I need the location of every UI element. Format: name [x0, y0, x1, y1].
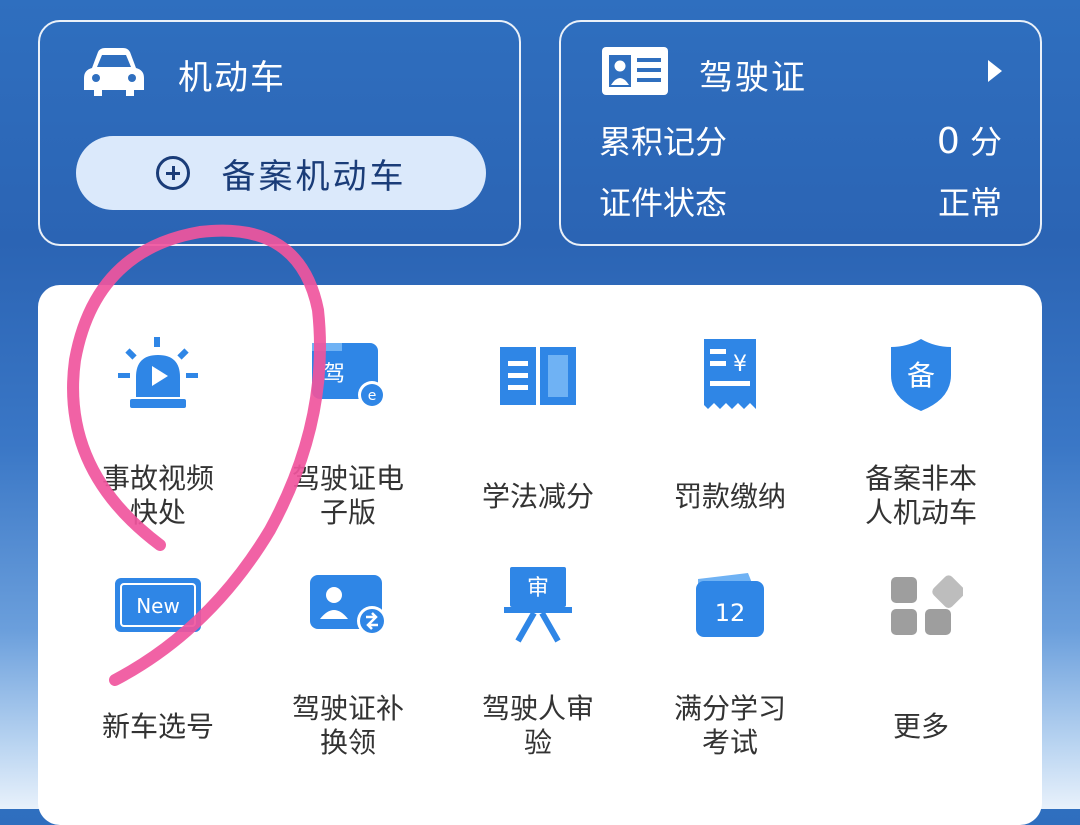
service-label: 备案非本 人机动车: [864, 462, 977, 529]
book-icon: [500, 347, 576, 405]
service-label: 驾驶人审验: [481, 692, 594, 759]
status-row: 证件状态 正常: [599, 178, 1002, 224]
more-grid-icon: [891, 575, 963, 635]
new-plate-icon: New: [115, 578, 201, 632]
license-card[interactable]: 驾驶证 累积记分 0 分 证件状态 正常: [559, 20, 1042, 246]
chevron-right-icon[interactable]: [988, 60, 1002, 82]
plus-circle-icon: [155, 156, 190, 190]
service-accident-video[interactable]: 事故视频 快处: [58, 330, 258, 530]
service-new-plate[interactable]: New 新车选号: [58, 560, 258, 744]
services-panel: 事故视频 快处 e 驾 驾驶证电 子版 学法减分 ¥ 罚款缴纳 备 备案非本 人…: [38, 285, 1042, 825]
service-register-others-vehicle[interactable]: 备 备案非本 人机动车: [821, 330, 1021, 530]
service-driver-review[interactable]: 审 驾驶人审验: [438, 560, 638, 760]
review-board-icon: 审: [504, 567, 572, 643]
service-label: 新车选号: [101, 710, 214, 743]
svg-text:e: e: [368, 388, 377, 404]
status-value: 正常: [937, 184, 1002, 222]
id-card-icon: [602, 47, 668, 95]
service-e-license[interactable]: e 驾 驾驶证电 子版: [248, 330, 448, 530]
service-license-exchange[interactable]: 驾驶证补 换领: [248, 560, 448, 760]
shield-badge: 备: [907, 359, 935, 392]
receipt-yen-icon: ¥: [704, 339, 756, 409]
service-label: 驾驶证补 换领: [291, 692, 404, 759]
service-fine-payment[interactable]: ¥ 罚款缴纳: [630, 330, 830, 514]
calendar-badge: 12: [715, 599, 746, 627]
service-more[interactable]: 更多: [821, 560, 1021, 744]
e-license-icon: e 驾: [312, 343, 386, 409]
points-value: 0: [936, 121, 960, 162]
points-value-group: 0 分: [937, 117, 1002, 163]
points-row: 累积记分 0 分: [599, 117, 1002, 163]
receipt-badge: ¥: [733, 352, 747, 377]
alarm-video-icon: [118, 337, 198, 408]
calendar-icon: 12: [696, 573, 764, 637]
vehicle-card[interactable]: 机动车 备案机动车: [38, 20, 521, 246]
shield-icon: 备: [891, 339, 951, 411]
service-label: 罚款缴纳: [673, 480, 786, 513]
service-study-points[interactable]: 学法减分: [438, 330, 638, 514]
license-title: 驾驶证: [699, 58, 807, 98]
service-full-score-exam[interactable]: 12 满分学习 考试: [630, 560, 830, 760]
vehicle-title: 机动车: [178, 58, 286, 98]
service-label: 驾驶证电 子版: [291, 462, 404, 529]
status-label: 证件状态: [599, 184, 728, 222]
e-license-badge: 驾: [323, 362, 345, 387]
service-label: 事故视频 快处: [101, 462, 214, 529]
register-vehicle-button[interactable]: 备案机动车: [76, 136, 486, 210]
review-badge: 审: [527, 576, 549, 601]
car-icon: [84, 48, 144, 96]
new-plate-badge: New: [136, 594, 180, 618]
points-label: 累积记分: [599, 123, 728, 161]
service-label: 更多: [892, 710, 949, 743]
points-unit: 分: [969, 123, 1002, 161]
service-label: 学法减分: [481, 480, 594, 513]
license-exchange-icon: [310, 575, 387, 636]
service-label: 满分学习 考试: [673, 692, 786, 759]
register-vehicle-label: 备案机动车: [221, 156, 407, 197]
